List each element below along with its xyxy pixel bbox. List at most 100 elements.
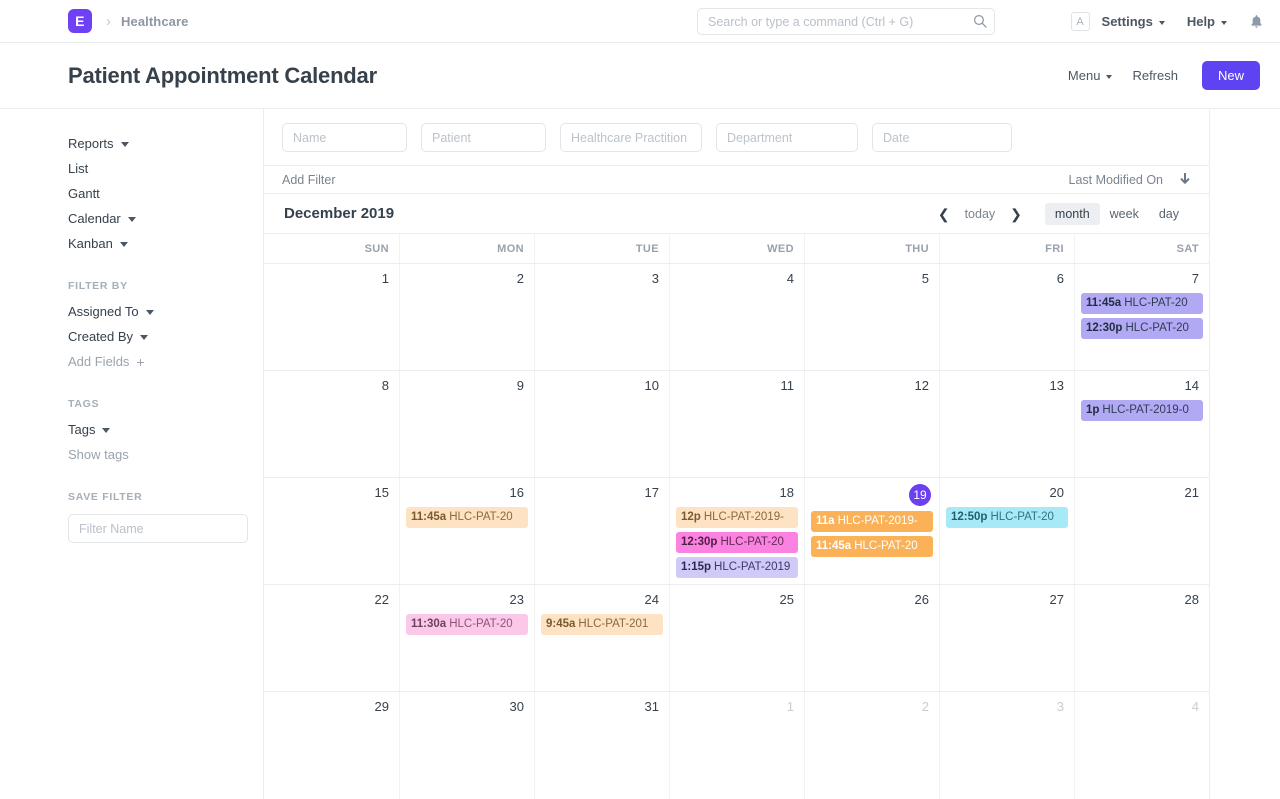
- calendar-day-cell[interactable]: 1: [264, 264, 399, 370]
- sidebar-item-kanban[interactable]: Kanban: [68, 231, 243, 256]
- filter-input-date[interactable]: [872, 123, 1012, 152]
- event-time: 12p: [681, 511, 701, 523]
- avatar[interactable]: A: [1070, 12, 1090, 31]
- show-tags-link[interactable]: Show tags: [68, 442, 243, 467]
- calendar-view-day[interactable]: day: [1149, 203, 1189, 225]
- sort-selector[interactable]: Last Modified On: [1069, 173, 1192, 187]
- calendar-day-cell[interactable]: 9: [399, 371, 534, 477]
- sidebar-tags-dropdown[interactable]: Tags: [68, 417, 243, 442]
- chevron-down-icon: [119, 242, 128, 247]
- calendar-day-cell[interactable]: 2: [804, 692, 939, 799]
- calendar-day-cell[interactable]: 14 1p HLC-PAT-2019-0: [1074, 371, 1209, 477]
- calendar-day-cell[interactable]: 29: [264, 692, 399, 799]
- sidebar-item-calendar[interactable]: Calendar: [68, 206, 243, 231]
- calendar-event[interactable]: 12:30p HLC-PAT-20: [676, 532, 798, 553]
- calendar-day-cell[interactable]: 31: [534, 692, 669, 799]
- settings-menu[interactable]: Settings: [1102, 14, 1165, 29]
- refresh-button[interactable]: Refresh: [1122, 62, 1188, 89]
- calendar-event[interactable]: 12p HLC-PAT-2019-: [676, 507, 798, 528]
- calendar-day-cell[interactable]: 17: [534, 478, 669, 584]
- calendar-day-number: 19: [809, 484, 935, 511]
- calendar-day-cell[interactable]: 10: [534, 371, 669, 477]
- today-button[interactable]: today: [957, 203, 1004, 225]
- calendar-day-number: 5: [921, 271, 929, 286]
- calendar-day-number: 28: [1184, 592, 1199, 607]
- calendar-day-cell[interactable]: 18 12p HLC-PAT-2019- 12:30p HLC-PAT-20 1:15p H…: [669, 478, 804, 584]
- calendar-day-cell[interactable]: 20 12:50p HLC-PAT-20: [939, 478, 1074, 584]
- calendar-day-cell[interactable]: 30: [399, 692, 534, 799]
- sidebar-filter-assigned-to[interactable]: Assigned To: [68, 299, 243, 324]
- page-title: Patient Appointment Calendar: [68, 62, 377, 88]
- calendar-day-cell[interactable]: 8: [264, 371, 399, 477]
- calendar-day-number: 6: [1056, 271, 1064, 286]
- calendar-day-cell[interactable]: 3: [534, 264, 669, 370]
- calendar-day-cell[interactable]: 28: [1074, 585, 1209, 691]
- calendar-event[interactable]: 9:45a HLC-PAT-201: [541, 614, 663, 635]
- add-filter-button[interactable]: Add Filter: [282, 173, 336, 187]
- calendar-day-cell[interactable]: 19 11a HLC-PAT-2019- 11:45a HLC-PAT-20: [804, 478, 939, 584]
- event-title: HLC-PAT-20: [990, 511, 1054, 523]
- chevron-down-icon: [145, 310, 154, 315]
- calendar-day-cell[interactable]: 5: [804, 264, 939, 370]
- breadcrumb-healthcare[interactable]: Healthcare: [121, 14, 188, 29]
- search-input[interactable]: [697, 8, 995, 35]
- sidebar-item-list[interactable]: List: [68, 156, 243, 181]
- menu-button[interactable]: Menu: [1058, 62, 1123, 89]
- sort-descending-icon[interactable]: [1179, 173, 1191, 186]
- event-title: HLC-PAT-20: [854, 540, 918, 552]
- event-title: HLC-PAT-2019-0: [1102, 404, 1189, 416]
- calendar-day-number: 12: [914, 378, 929, 393]
- calendar-event[interactable]: 12:50p HLC-PAT-20: [946, 507, 1068, 528]
- calendar-event[interactable]: 11:45a HLC-PAT-20: [406, 507, 528, 528]
- calendar-day-cell[interactable]: 3: [939, 692, 1074, 799]
- next-month-button[interactable]: ❯: [1003, 205, 1029, 223]
- filter-input-patient[interactable]: [421, 123, 546, 152]
- event-time: 12:30p: [681, 536, 718, 548]
- calendar-day-cell[interactable]: 6: [939, 264, 1074, 370]
- new-button[interactable]: New: [1201, 61, 1260, 90]
- calendar-day-cell[interactable]: 2: [399, 264, 534, 370]
- calendar-day-cell[interactable]: 4: [669, 264, 804, 370]
- calendar-day-cell[interactable]: 15: [264, 478, 399, 584]
- calendar-day-number: 24: [644, 592, 659, 607]
- calendar-day-cell[interactable]: 24 9:45a HLC-PAT-201: [534, 585, 669, 691]
- help-menu[interactable]: Help: [1187, 14, 1227, 29]
- chevron-down-icon: [102, 428, 111, 433]
- app-logo-icon[interactable]: E: [68, 9, 92, 33]
- sidebar-item-reports[interactable]: Reports: [68, 131, 243, 156]
- calendar-day-cell[interactable]: 16 11:45a HLC-PAT-20: [399, 478, 534, 584]
- calendar-event[interactable]: 12:30p HLC-PAT-20: [1081, 318, 1203, 339]
- calendar-view-week[interactable]: week: [1100, 203, 1149, 225]
- calendar-event[interactable]: 11:45a HLC-PAT-20: [1081, 293, 1203, 314]
- calendar-day-cell[interactable]: 1: [669, 692, 804, 799]
- filter-input-department[interactable]: [716, 123, 858, 152]
- filter-input-name[interactable]: [282, 123, 407, 152]
- notifications-bell-icon[interactable]: [1249, 14, 1264, 30]
- calendar-event[interactable]: 11a HLC-PAT-2019-: [811, 511, 933, 532]
- calendar-day-cell[interactable]: 22: [264, 585, 399, 691]
- calendar-view-month[interactable]: month: [1044, 202, 1100, 225]
- calendar-day-cell[interactable]: 26: [804, 585, 939, 691]
- filter-name-input[interactable]: [68, 514, 248, 543]
- calendar-day-cell[interactable]: 4: [1074, 692, 1209, 799]
- calendar-day-cell[interactable]: 13: [939, 371, 1074, 477]
- calendar-day-cell[interactable]: 12: [804, 371, 939, 477]
- add-fields-button[interactable]: Add Fields +: [68, 349, 243, 374]
- sidebar-item-gantt[interactable]: Gantt: [68, 181, 243, 206]
- calendar-event[interactable]: 1p HLC-PAT-2019-0: [1081, 400, 1203, 421]
- calendar-day-cell[interactable]: 7 11:45a HLC-PAT-20 12:30p HLC-PAT-20: [1074, 264, 1209, 370]
- calendar-event[interactable]: 1:15p HLC-PAT-2019: [676, 557, 798, 578]
- calendar-day-cell[interactable]: 25: [669, 585, 804, 691]
- calendar-event[interactable]: 11:45a HLC-PAT-20: [811, 536, 933, 557]
- page-actions: Menu Refresh New: [1058, 61, 1260, 90]
- sidebar-filter-created-by[interactable]: Created By: [68, 324, 243, 349]
- calendar-event[interactable]: 11:30a HLC-PAT-20: [406, 614, 528, 635]
- calendar-day-cell[interactable]: 27: [939, 585, 1074, 691]
- calendar-day-cell[interactable]: 11: [669, 371, 804, 477]
- prev-month-button[interactable]: ❮: [931, 205, 957, 223]
- calendar-day-cell[interactable]: 23 11:30a HLC-PAT-20: [399, 585, 534, 691]
- dow-tue: TUE: [534, 234, 669, 263]
- filter-input-healthcare-practitioner[interactable]: [560, 123, 702, 152]
- calendar-day-cell[interactable]: 21: [1074, 478, 1209, 584]
- dow-sat: SAT: [1074, 234, 1209, 263]
